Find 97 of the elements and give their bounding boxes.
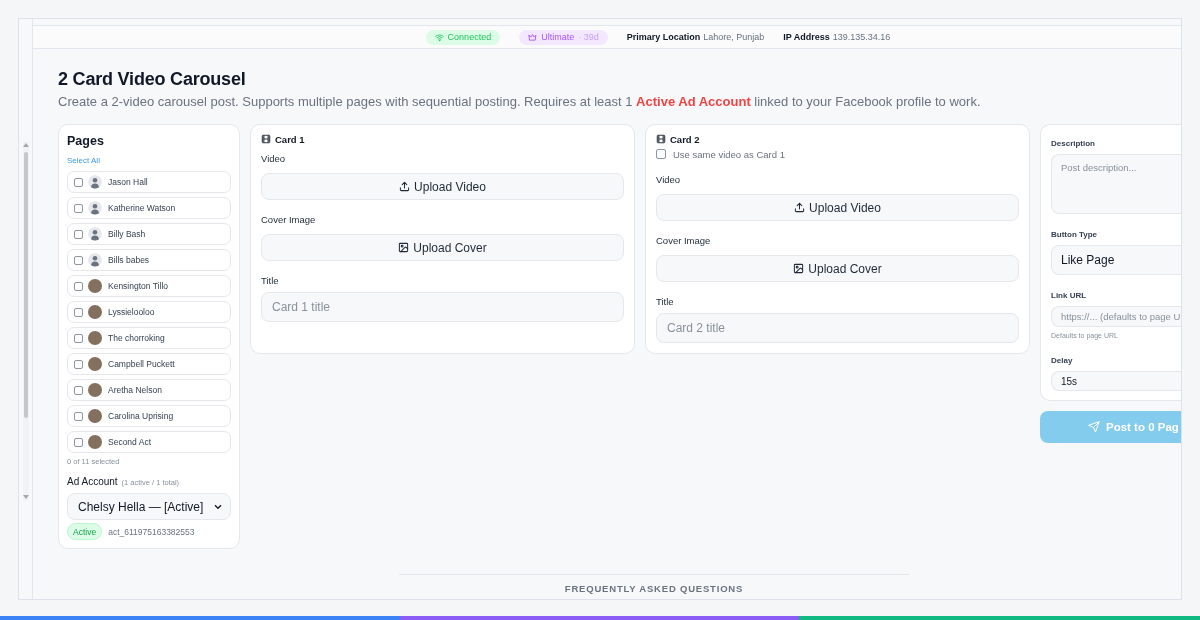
field-label: Title xyxy=(261,275,280,287)
upload-cover-button[interactable]: Upload Cover xyxy=(261,234,624,261)
page-name: Campbell Puckett xyxy=(108,359,175,369)
delay-select[interactable]: 15s xyxy=(1051,371,1181,391)
photo-placeholder xyxy=(88,435,102,449)
button-type-select[interactable]: Like Page xyxy=(1051,245,1181,275)
page-description: Create a 2-video carousel post. Supports multiple pages with sequential posting. Requires at least 1 Active Ad Account linked to your Facebook profile to work. xyxy=(58,93,982,111)
status-badge: Active xyxy=(67,523,103,540)
ad-account-select[interactable]: Chelsy Hella — [Active] xyxy=(67,493,231,520)
checkbox[interactable] xyxy=(74,385,83,395)
page-item[interactable]: Carolina Uprising xyxy=(67,405,231,427)
pages-heading: Pages xyxy=(67,133,105,149)
scrollbar[interactable] xyxy=(23,141,29,501)
page-item[interactable]: Second Act xyxy=(67,431,231,453)
page-name: Second Act xyxy=(108,437,151,447)
user-avatar-icon xyxy=(88,175,102,189)
send-icon xyxy=(1088,421,1100,433)
photo-placeholder xyxy=(88,383,102,397)
page-item[interactable]: Katherine Watson xyxy=(67,197,231,219)
checkbox-label: Use same video as Card 1 xyxy=(673,148,785,160)
field-label: Link URL xyxy=(1051,291,1088,301)
page-item[interactable]: Kensington Tillo xyxy=(67,275,231,297)
page-name: Bills babes xyxy=(108,255,150,265)
ad-account-id: act_611975163382553 xyxy=(108,526,195,537)
upload-video-button[interactable]: Upload Video xyxy=(261,173,624,200)
page-name: Carolina Uprising xyxy=(108,411,174,421)
card-title: Card 1 xyxy=(275,133,305,145)
ad-account-label: Ad Account xyxy=(67,476,118,488)
scroll-down-icon[interactable] xyxy=(23,495,29,499)
title-input[interactable]: Card 1 title xyxy=(261,292,624,322)
checkbox[interactable] xyxy=(656,149,666,159)
checkbox[interactable] xyxy=(74,229,83,239)
ip-address-label: IP Address xyxy=(783,32,830,42)
checkbox[interactable] xyxy=(74,437,83,447)
field-label: Description xyxy=(1051,139,1096,149)
photo-placeholder xyxy=(88,409,102,423)
upload-icon xyxy=(794,202,806,213)
connection-status: Connected xyxy=(447,32,492,42)
field-label: Title xyxy=(656,296,675,308)
film-icon xyxy=(656,134,666,144)
plan-period: · 39d xyxy=(578,32,599,42)
field-label: Cover Image xyxy=(261,214,317,226)
checkbox[interactable] xyxy=(74,203,83,213)
checkbox[interactable] xyxy=(74,307,83,317)
ip-address-value: 139.135.34.16 xyxy=(832,32,891,42)
page-name: Billy Bash xyxy=(108,229,146,239)
page-item[interactable]: Lyssielooloo xyxy=(67,301,231,323)
wifi-icon xyxy=(434,32,444,42)
photo-placeholder xyxy=(88,305,102,319)
page-item[interactable]: Bills babes xyxy=(67,249,231,271)
faq-heading: FREQUENTLY ASKED QUESTIONS xyxy=(563,583,745,594)
location-label: Primary Location xyxy=(626,32,701,42)
user-avatar-icon xyxy=(88,201,102,215)
checkbox[interactable] xyxy=(74,281,83,291)
page-item[interactable]: Campbell Puckett xyxy=(67,353,231,375)
location-value: Lahore, Punjab xyxy=(703,32,765,42)
photo-placeholder xyxy=(88,331,102,345)
checkbox[interactable] xyxy=(74,255,83,265)
image-icon xyxy=(398,242,410,253)
page-item[interactable]: The chorroking xyxy=(67,327,231,349)
link-url-input[interactable]: https://... (defaults to page U xyxy=(1051,306,1181,327)
checkbox[interactable] xyxy=(74,411,83,421)
film-icon xyxy=(261,134,271,144)
scroll-up-icon[interactable] xyxy=(23,143,29,147)
image-icon xyxy=(793,263,805,274)
page-name: Kensington Tillo xyxy=(108,281,168,291)
page-title: 2 Card Video Carousel xyxy=(58,68,247,90)
field-label: Button Type xyxy=(1051,230,1099,240)
user-avatar-icon xyxy=(88,227,102,241)
page-item[interactable]: Billy Bash xyxy=(67,223,231,245)
field-label: Cover Image xyxy=(656,235,712,247)
scrollbar-thumb[interactable] xyxy=(24,152,28,418)
title-input[interactable]: Card 2 title xyxy=(656,313,1019,343)
user-avatar-icon xyxy=(88,253,102,267)
page-name: Jason Hall xyxy=(108,177,148,187)
photo-placeholder xyxy=(88,357,102,371)
crown-icon xyxy=(528,32,538,42)
description-field[interactable]: Post description... xyxy=(1051,154,1181,214)
plan-name: Ultimate xyxy=(541,32,575,42)
page-item[interactable]: Aretha Nelson xyxy=(67,379,231,401)
page-item[interactable]: Jason Hall xyxy=(67,171,231,193)
page-name: Lyssielooloo xyxy=(108,307,155,317)
checkbox[interactable] xyxy=(74,177,83,187)
field-label: Delay xyxy=(1051,356,1074,366)
page-name: Aretha Nelson xyxy=(108,385,162,395)
upload-cover-button[interactable]: Upload Cover xyxy=(656,255,1019,282)
card-title: Card 2 xyxy=(670,133,700,145)
chevron-down-icon xyxy=(214,503,222,510)
checkbox[interactable] xyxy=(74,333,83,343)
page-name: Katherine Watson xyxy=(108,203,176,213)
page-name: The chorroking xyxy=(108,333,165,343)
field-label: Video xyxy=(656,174,682,186)
checkbox[interactable] xyxy=(74,359,83,369)
upload-icon xyxy=(399,181,411,192)
field-label: Video xyxy=(261,153,287,165)
photo-placeholder xyxy=(88,279,102,293)
upload-video-button[interactable]: Upload Video xyxy=(656,194,1019,221)
